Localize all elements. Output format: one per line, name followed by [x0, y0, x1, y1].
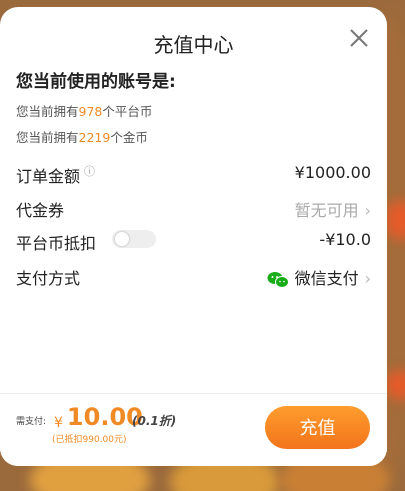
recharge-button[interactable]: 充值: [265, 406, 370, 449]
balance-number: 2219: [78, 130, 111, 145]
deducted-amount: (已抵扣990.00元): [52, 435, 127, 445]
balance-prefix: 您当前拥有: [16, 130, 79, 145]
close-icon: [350, 29, 368, 47]
balance-suffix: 个平台币: [102, 104, 153, 119]
platform-coin-deduct-label: 平台币抵扣: [16, 234, 97, 253]
order-amount-row: 订单金额 ⓘ ¥1000.00: [16, 161, 371, 187]
order-amount-value: ¥1000.00: [294, 163, 371, 182]
payment-method-value: 微信支付 ›: [267, 265, 371, 289]
pay-label: 需支付:: [16, 417, 47, 427]
payment-method-text: 微信支付: [294, 269, 359, 288]
toggle-knob: [115, 232, 129, 246]
balance-suffix: 个金币: [110, 130, 148, 145]
platform-coin-toggle[interactable]: [112, 230, 156, 248]
chevron-right-icon: ›: [364, 269, 371, 288]
balance-number: 978: [78, 104, 103, 119]
platform-coin-deduct-row: 平台币抵扣 -¥10.0: [16, 228, 371, 254]
order-amount-label-text: 订单金额: [16, 167, 81, 186]
chevron-right-icon: ›: [364, 201, 371, 220]
order-amount-label: 订单金额 ⓘ: [16, 163, 95, 187]
dialog-title: 充值中心: [153, 33, 234, 57]
platform-coin-balance: 您当前拥有978个平台币: [16, 101, 152, 120]
voucher-value: 暂无可用 ›: [295, 197, 371, 221]
payment-footer: 需支付: ¥10.00 (0.1折) (已抵扣990.00元) 充值: [0, 393, 387, 466]
balance-prefix: 您当前拥有: [16, 104, 79, 119]
discount-label: (0.1折): [132, 414, 177, 428]
info-icon[interactable]: ⓘ: [84, 163, 95, 179]
currency-symbol: ¥: [54, 415, 63, 431]
voucher-label: 代金券: [16, 201, 65, 220]
wechat-icon: [267, 271, 289, 289]
voucher-row[interactable]: 代金券 暂无可用 ›: [16, 195, 371, 221]
platform-coin-deduct-value: -¥10.0: [319, 230, 371, 249]
recharge-dialog: 充值中心 您当前使用的账号是: 您当前拥有978个平台币 您当前拥有2219个金…: [0, 7, 387, 466]
voucher-value-text: 暂无可用: [294, 201, 359, 220]
pay-amount: ¥10.00: [54, 403, 143, 431]
payment-method-label: 支付方式: [16, 269, 81, 288]
account-label: 您当前使用的账号是:: [16, 72, 176, 92]
payment-method-row[interactable]: 支付方式 微信支付 ›: [16, 263, 371, 289]
close-button[interactable]: [346, 25, 372, 51]
gold-coin-balance: 您当前拥有2219个金币: [16, 127, 148, 146]
